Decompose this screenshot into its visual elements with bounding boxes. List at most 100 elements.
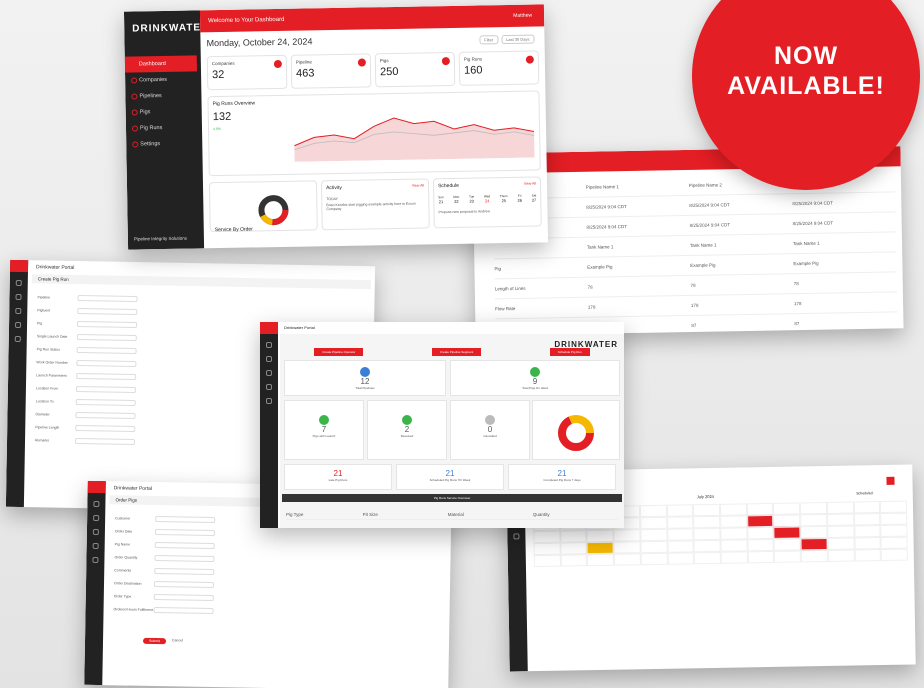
calendar-cell[interactable] — [800, 537, 828, 551]
form-input[interactable] — [154, 554, 215, 562]
form-input[interactable] — [76, 359, 137, 367]
form-input[interactable] — [75, 424, 136, 432]
form-input[interactable] — [74, 437, 136, 445]
activity-view-all[interactable]: View All — [412, 183, 424, 187]
calendar-cell[interactable] — [880, 536, 908, 550]
calendar-cell[interactable] — [560, 542, 588, 555]
calendar-cell[interactable] — [693, 539, 721, 553]
calendar-cell[interactable] — [667, 540, 695, 553]
submit-button[interactable]: Submit — [142, 637, 166, 645]
user-menu[interactable]: Matthew — [513, 13, 532, 19]
calendar-cell[interactable] — [613, 529, 641, 542]
form-input[interactable] — [155, 515, 216, 523]
calendar-cell[interactable] — [694, 551, 721, 565]
calendar-cell[interactable] — [639, 504, 667, 518]
form-input[interactable] — [77, 294, 138, 302]
calendar-cell[interactable] — [693, 527, 721, 541]
calendar-cell[interactable] — [880, 500, 908, 514]
calendar-cell[interactable] — [613, 553, 641, 566]
calendar-cell[interactable] — [853, 525, 881, 538]
calendar-cell[interactable] — [746, 526, 774, 540]
schedule-day[interactable]: Thurs 25 — [500, 194, 508, 203]
calendar-cell[interactable] — [533, 530, 561, 544]
form-input[interactable] — [76, 333, 137, 341]
calendar-cell[interactable] — [747, 538, 775, 552]
schedule-day[interactable]: Sun 21 — [438, 195, 444, 204]
action-button[interactable]: Schedule Pig Run — [549, 348, 590, 356]
sidebar-item-pig-runs[interactable]: Pig Runs — [126, 119, 202, 136]
form-input[interactable] — [76, 346, 137, 354]
calendar-cell[interactable] — [800, 513, 828, 527]
calendar-cell[interactable] — [720, 551, 748, 564]
form-input[interactable] — [154, 541, 215, 549]
calendar-cell[interactable] — [827, 549, 855, 562]
calendar-cell[interactable] — [640, 552, 668, 566]
action-button[interactable]: Create Pipeline Segment — [431, 348, 482, 356]
form-input[interactable] — [75, 385, 136, 393]
form-input[interactable] — [153, 606, 214, 614]
calendar-cell[interactable] — [587, 553, 615, 567]
schedule-day[interactable]: Mon 22 — [453, 195, 459, 204]
sidebar-item-settings[interactable]: Settings — [126, 135, 202, 152]
sidebar-item-pipelines[interactable]: Pipelines — [125, 87, 201, 104]
calendar-cell[interactable] — [693, 515, 721, 529]
filter-button[interactable]: Last 30 Days — [501, 34, 535, 45]
calendar-cell[interactable] — [773, 538, 801, 551]
filter-button[interactable]: Filter — [479, 35, 499, 45]
calendar-cell[interactable] — [640, 528, 668, 542]
calendar-cell[interactable] — [774, 550, 802, 563]
form-input[interactable] — [76, 372, 137, 380]
calendar-cell[interactable] — [747, 550, 775, 564]
calendar-cell[interactable] — [827, 537, 855, 550]
calendar-cell[interactable] — [533, 554, 561, 568]
calendar-cell[interactable] — [827, 525, 855, 538]
calendar-cell[interactable] — [640, 540, 668, 554]
calendar-cell[interactable] — [666, 516, 694, 529]
sidebar-item-dashboard[interactable]: Dashboard — [124, 55, 198, 73]
calendar-cell[interactable] — [746, 502, 774, 516]
sidebar-item-pigs[interactable]: Pigs — [126, 103, 202, 120]
calendar-cell[interactable] — [586, 529, 614, 543]
form-input[interactable] — [77, 307, 138, 315]
calendar-cell[interactable] — [720, 515, 747, 528]
form-input[interactable] — [154, 567, 215, 575]
calendar-cell[interactable] — [800, 525, 828, 539]
calendar-cell[interactable] — [560, 530, 587, 543]
add-event-button[interactable] — [886, 476, 895, 485]
calendar-cell[interactable] — [800, 501, 827, 515]
schedule-view-all[interactable]: View All — [524, 182, 536, 186]
calendar-cell[interactable] — [854, 549, 882, 562]
calendar-cell[interactable] — [720, 527, 748, 540]
calendar-cell[interactable] — [613, 541, 641, 554]
schedule-day[interactable]: Tue 23 — [469, 195, 474, 204]
sidebar-item-companies[interactable]: Companies — [125, 71, 201, 88]
calendar-cell[interactable] — [667, 552, 695, 565]
schedule-day[interactable]: Sat 27 — [532, 194, 537, 203]
form-input[interactable] — [75, 398, 136, 406]
calendar-cell[interactable] — [533, 542, 561, 556]
calendar-cell[interactable] — [639, 516, 667, 530]
calendar-cell[interactable] — [719, 503, 747, 516]
calendar-cell[interactable] — [880, 524, 908, 538]
form-input[interactable] — [153, 593, 214, 601]
calendar-cell[interactable] — [880, 548, 908, 562]
calendar-cell[interactable] — [880, 512, 908, 526]
calendar-cell[interactable] — [746, 514, 774, 528]
calendar-cell[interactable] — [853, 513, 881, 526]
calendar-cell[interactable] — [666, 504, 694, 517]
calendar-cell[interactable] — [854, 537, 881, 550]
calendar-cell[interactable] — [826, 513, 854, 526]
form-input[interactable] — [77, 320, 138, 328]
calendar-cell[interactable] — [693, 503, 721, 517]
calendar-cell[interactable] — [773, 514, 801, 527]
schedule-day[interactable]: Wed 24 — [484, 194, 490, 203]
calendar-cell[interactable] — [586, 541, 614, 555]
form-input[interactable] — [153, 580, 215, 588]
calendar-cell[interactable] — [773, 526, 801, 539]
calendar-cell[interactable] — [666, 528, 694, 541]
calendar-cell[interactable] — [800, 549, 828, 563]
form-input[interactable] — [75, 411, 136, 419]
form-input[interactable] — [154, 528, 215, 536]
schedule-day[interactable]: Fri 26 — [517, 194, 522, 203]
action-button[interactable]: Create Pipeline Operator — [314, 348, 364, 356]
